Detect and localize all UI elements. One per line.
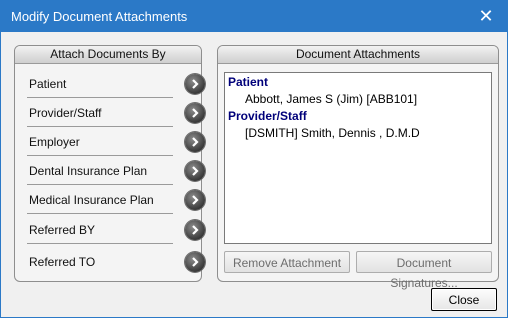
- attach-row-referred-by: Referred BY: [27, 217, 205, 245]
- attach-dental-insurance-plan-button[interactable]: [185, 161, 205, 181]
- chevron-right-icon: [192, 166, 199, 176]
- attach-row-referred-to: Referred TO: [27, 249, 205, 277]
- attach-row-provider-staff: Provider/Staff: [27, 100, 205, 128]
- attach-documents-by-header: Attach Documents By: [15, 46, 201, 64]
- attach-row-dental-insurance-plan: Dental Insurance Plan: [27, 158, 205, 186]
- title-bar[interactable]: Modify Document Attachments ✕: [1, 1, 507, 32]
- divider: [27, 155, 173, 156]
- attach-referred-by-button[interactable]: [185, 220, 205, 240]
- attachment-item[interactable]: Abbott, James S (Jim) [ABB101]: [245, 92, 417, 106]
- window-title: Modify Document Attachments: [11, 9, 188, 24]
- attach-provider-staff-button[interactable]: [185, 103, 205, 123]
- chevron-right-icon: [192, 225, 199, 235]
- attach-employer-button[interactable]: [185, 132, 205, 152]
- attach-label-dental-insurance-plan: Dental Insurance Plan: [29, 164, 148, 178]
- chevron-right-icon: [192, 79, 199, 89]
- chevron-right-icon: [192, 137, 199, 147]
- divider: [27, 213, 173, 214]
- attach-label-patient: Patient: [29, 77, 67, 91]
- document-signatures-button[interactable]: Document Signatures...: [356, 251, 492, 290]
- dialog-window: Modify Document Attachments ✕ Attach Doc…: [0, 0, 508, 318]
- attach-medical-insurance-plan-button[interactable]: [185, 190, 205, 210]
- chevron-right-icon: [192, 195, 199, 205]
- chevron-right-icon: [192, 257, 199, 267]
- chevron-right-icon: [192, 108, 199, 118]
- close-window-icon[interactable]: ✕: [475, 5, 497, 27]
- divider: [27, 97, 173, 98]
- attach-label-referred-to: Referred TO: [29, 255, 96, 269]
- attachments-list[interactable]: Patient Abbott, James S (Jim) [ABB101] P…: [224, 72, 492, 244]
- attach-row-medical-insurance-plan: Medical Insurance Plan: [27, 187, 205, 215]
- attach-label-employer: Employer: [29, 135, 80, 149]
- attach-label-medical-insurance-plan: Medical Insurance Plan: [29, 193, 154, 207]
- divider: [27, 243, 173, 244]
- attach-patient-button[interactable]: [185, 74, 205, 94]
- document-attachments-panel: Document Attachments Patient Abbott, Jam…: [217, 45, 499, 290]
- attachment-item[interactable]: [DSMITH] Smith, Dennis , D.M.D: [245, 126, 420, 140]
- attach-row-employer: Employer: [27, 129, 205, 157]
- close-button[interactable]: Close: [431, 288, 497, 311]
- attach-row-patient: Patient: [27, 71, 205, 99]
- divider: [27, 184, 173, 185]
- group-title-provider-staff: Provider/Staff: [228, 109, 307, 123]
- attach-label-provider-staff: Provider/Staff: [29, 106, 102, 120]
- remove-attachment-button[interactable]: Remove Attachment: [224, 251, 350, 273]
- attach-referred-to-button[interactable]: [185, 252, 205, 272]
- attach-label-referred-by: Referred BY: [29, 223, 96, 237]
- group-title-patient: Patient: [228, 75, 269, 89]
- document-attachments-header: Document Attachments: [218, 46, 498, 64]
- attach-documents-by-panel: Attach Documents By Patient Provider/Sta…: [14, 45, 205, 282]
- divider: [27, 126, 173, 127]
